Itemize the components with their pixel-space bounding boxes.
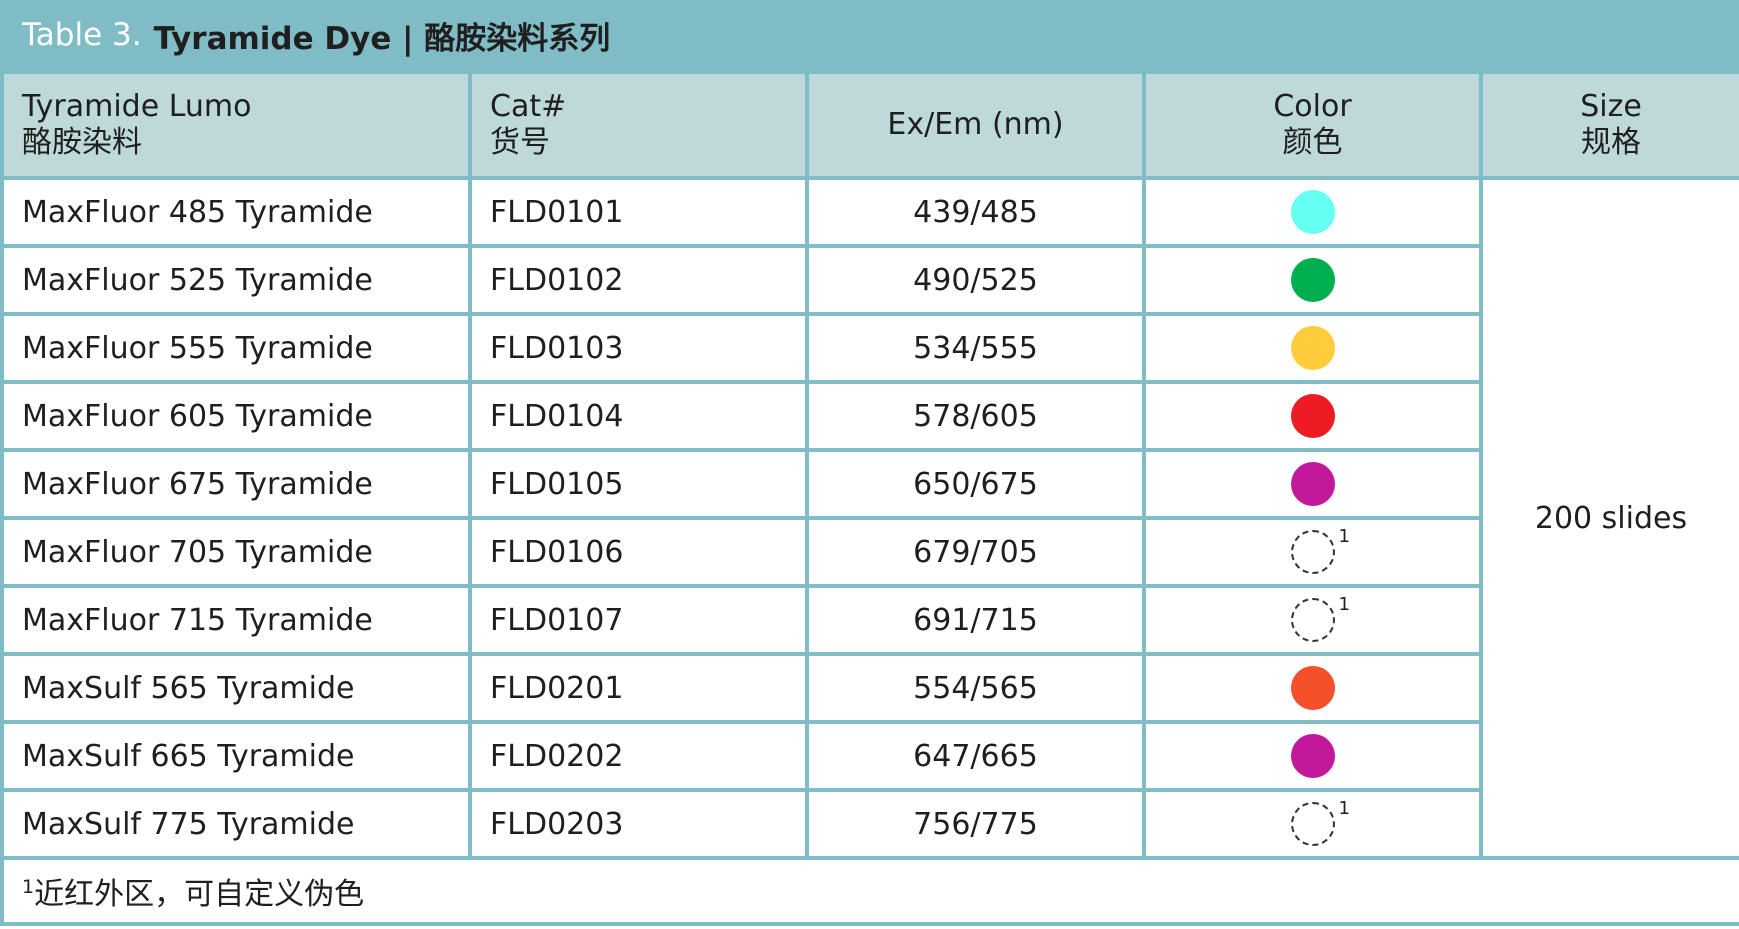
ex-em-cell: 554/565 (805, 652, 1146, 724)
dye-name-cell: MaxFluor 605 Tyramide (0, 380, 472, 452)
table-row: MaxFluor 705 Tyramide FLD0106 679/705 1 (0, 516, 1739, 588)
color-cell (1142, 720, 1483, 792)
footnote-row: 1近红外区，可自定义伪色 (0, 856, 1739, 926)
tyramide-dye-table: Tyramide Lumo 酪胺染料 Cat# 货号 Ex/Em (nm) Colo… (0, 70, 1739, 926)
color-dot-icon (1290, 530, 1335, 574)
cat-number-cell: FLD0106 (468, 516, 809, 588)
header-en: Ex/Em (nm) (887, 107, 1064, 142)
ex-em-cell: 578/605 (805, 380, 1146, 452)
table-row: MaxSulf 665 Tyramide FLD0202 647/665 (0, 720, 1739, 792)
dye-name-cell: MaxSulf 565 Tyramide (0, 652, 472, 724)
ex-em-cell: 490/525 (805, 244, 1146, 316)
color-swatch-wrap (1290, 326, 1335, 370)
dye-name-cell: MaxFluor 715 Tyramide (0, 584, 472, 656)
color-swatch-wrap: 1 (1290, 594, 1350, 642)
ex-em-cell: 439/485 (805, 176, 1146, 248)
header-en: Size (1580, 89, 1642, 124)
color-dot-icon (1290, 326, 1335, 370)
color-cell (1142, 448, 1483, 520)
cat-number-cell: FLD0104 (468, 380, 809, 452)
table-row: MaxFluor 555 Tyramide FLD0103 534/555 (0, 312, 1739, 384)
color-dot-icon (1290, 190, 1335, 234)
header-zh: 货号 (490, 125, 550, 160)
color-swatch-wrap (1290, 734, 1335, 778)
color-cell (1142, 176, 1483, 248)
color-swatch-wrap (1290, 190, 1335, 234)
table-row: MaxFluor 715 Tyramide FLD0107 691/715 1 (0, 584, 1739, 656)
color-cell (1142, 380, 1483, 452)
cat-number-cell: FLD0105 (468, 448, 809, 520)
footnote: 1近红外区，可自定义伪色 (0, 856, 1739, 926)
dye-name-cell: MaxFluor 485 Tyramide (0, 176, 472, 248)
color-dot-icon (1290, 258, 1335, 302)
cat-number-cell: FLD0203 (468, 788, 809, 860)
table-row: MaxFluor 485 Tyramide FLD0101 439/485 200 s… (0, 176, 1739, 860)
color-cell: 1 (1142, 788, 1483, 860)
header-en: Cat# (490, 89, 567, 124)
cat-number-cell: FLD0202 (468, 720, 809, 792)
dye-name-cell: MaxFluor 555 Tyramide (0, 312, 472, 384)
color-swatch-wrap: 1 (1290, 798, 1350, 846)
table-row: MaxFluor 525 Tyramide FLD0102 490/525 (0, 244, 1739, 316)
table-row: MaxSulf 775 Tyramide FLD0203 756/775 1 (0, 788, 1739, 860)
color-swatch-wrap (1290, 258, 1335, 302)
footnote-marker: 1 (1338, 798, 1350, 819)
cat-number-cell: FLD0103 (468, 312, 809, 384)
cat-number-cell: FLD0101 (468, 176, 809, 248)
cat-number-cell: FLD0201 (468, 652, 809, 724)
dye-name-cell: MaxSulf 775 Tyramide (0, 788, 472, 860)
dye-name-cell: MaxSulf 665 Tyramide (0, 720, 472, 792)
color-swatch-wrap (1290, 462, 1335, 506)
color-cell: 1 (1142, 584, 1483, 656)
table-number: Table 3. (22, 17, 142, 53)
table-body: MaxFluor 485 Tyramide FLD0101 439/485 200 s… (0, 176, 1739, 860)
color-cell (1142, 312, 1483, 384)
ex-em-cell: 679/705 (805, 516, 1146, 588)
color-dot-icon (1290, 666, 1335, 710)
header-en: Tyramide Lumo (22, 89, 252, 124)
cat-number-cell: FLD0102 (468, 244, 809, 316)
color-swatch-wrap (1290, 666, 1335, 710)
table-row: MaxFluor 675 Tyramide FLD0105 650/675 (0, 448, 1739, 520)
color-cell (1142, 244, 1483, 316)
footnote-mark: 1 (22, 876, 35, 898)
header-tyramide-lumo: Tyramide Lumo 酪胺染料 (0, 70, 472, 180)
color-cell: 1 (1142, 516, 1483, 588)
color-dot-icon (1290, 462, 1335, 506)
ex-em-cell: 534/555 (805, 312, 1146, 384)
ex-em-cell: 691/715 (805, 584, 1146, 656)
ex-em-cell: 756/775 (805, 788, 1146, 860)
cat-number-cell: FLD0107 (468, 584, 809, 656)
table-title-bar: Table 3. Tyramide Dye | 酪胺染料系列 (0, 0, 1739, 70)
dye-name-cell: MaxFluor 525 Tyramide (0, 244, 472, 316)
table-row: MaxSulf 565 Tyramide FLD0201 554/565 (0, 652, 1739, 724)
dye-name-cell: MaxFluor 675 Tyramide (0, 448, 472, 520)
color-cell (1142, 652, 1483, 724)
footnote-marker: 1 (1338, 594, 1350, 615)
header-zh: 规格 (1581, 125, 1641, 160)
color-dot-icon (1290, 394, 1335, 438)
color-dot-icon (1290, 598, 1335, 642)
header-zh: 颜色 (1282, 125, 1343, 160)
header-color: Color 颜色 (1142, 70, 1483, 180)
footnote-text: 近红外区，可自定义伪色 (34, 877, 365, 912)
header-size: Size 规格 (1479, 70, 1739, 180)
header-zh: 酪胺染料 (22, 125, 142, 160)
color-dot-icon (1290, 734, 1335, 778)
dye-name-cell: MaxFluor 705 Tyramide (0, 516, 472, 588)
footnote-marker: 1 (1338, 526, 1350, 547)
header-ex-em: Ex/Em (nm) (805, 70, 1146, 180)
table-title: Tyramide Dye | 酪胺染料系列 (153, 20, 611, 57)
ex-em-cell: 647/665 (805, 720, 1146, 792)
header-en: Color (1273, 89, 1352, 124)
header-row: Tyramide Lumo 酪胺染料 Cat# 货号 Ex/Em (nm) Colo… (0, 70, 1739, 180)
ex-em-cell: 650/675 (805, 448, 1146, 520)
color-swatch-wrap: 1 (1290, 526, 1350, 574)
table-row: MaxFluor 605 Tyramide FLD0104 578/605 (0, 380, 1739, 452)
table-figure: Table 3. Tyramide Dye | 酪胺染料系列 Tyramide … (0, 0, 1739, 929)
size-cell: 200 slides (1479, 176, 1739, 860)
header-cat: Cat# 货号 (468, 70, 809, 180)
color-swatch-wrap (1290, 394, 1335, 438)
color-dot-icon (1290, 802, 1335, 846)
